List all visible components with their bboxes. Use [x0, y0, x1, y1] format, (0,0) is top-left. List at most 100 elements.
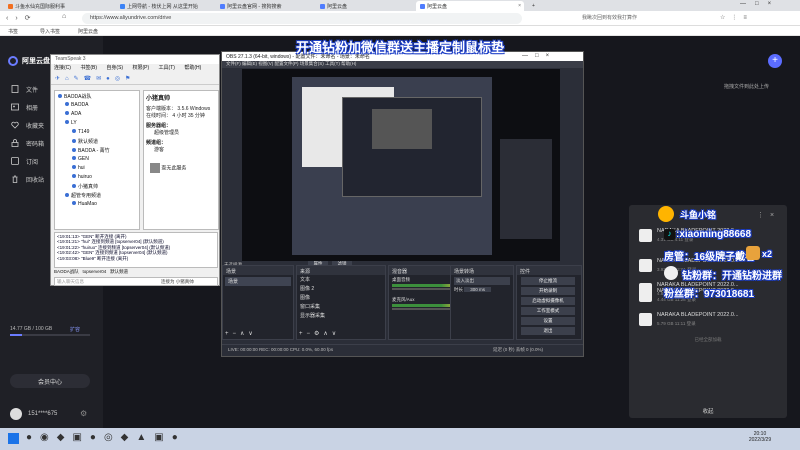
sidebar-item-label: 回收站	[26, 178, 45, 184]
browser-tab[interactable]: 阿里云盘官网 - 搜狗搜索	[216, 1, 314, 11]
channel-tree-item[interactable]: 默认频道	[72, 138, 98, 145]
channel-tree-item[interactable]: ADA	[65, 111, 81, 117]
taskbar-apps[interactable]: ●◉◆▣●◎◆▲▣●	[26, 432, 186, 443]
nav-arrows-icon[interactable]: ‹›⟳	[6, 14, 38, 22]
fangguan-label: 房管：16级牌子戴者	[664, 252, 756, 263]
bookmark-item[interactable]: 导入书签	[40, 28, 60, 35]
tab-label: 斗鱼水仙充国际服利事	[15, 4, 66, 10]
menu-item[interactable]: 编辑(E)	[242, 61, 257, 66]
channel-tree-item[interactable]: huiruo	[72, 174, 92, 180]
duration-input[interactable]: 300 ms	[464, 287, 492, 292]
menu-item[interactable]: 场景集合(S)	[300, 61, 324, 66]
channel-tree-item[interactable]: HuaMao	[72, 201, 97, 207]
dock-buttons[interactable]: +−⚙∧∨	[299, 330, 340, 337]
taskbar: ●◉◆▣●◎◆▲▣● 20:10 2022/3/29	[0, 428, 800, 450]
stop-stream-button[interactable]: 停止推流	[521, 277, 575, 285]
chat-tab[interactable]: topserver04	[83, 269, 107, 274]
menu-item[interactable]: 文件(F)	[226, 61, 241, 66]
collapse-button[interactable]: 收起	[629, 407, 787, 415]
window-controls[interactable]: —□×	[740, 1, 780, 7]
browser-tab[interactable]: 上网导航 - 枝伏上网 从这里开始	[116, 1, 214, 11]
browser-tab-active[interactable]: 阿里云盘 ×	[416, 1, 524, 11]
browser-tab[interactable]: 斗鱼水仙充国际服利事	[4, 1, 114, 11]
source-item[interactable]: 文本	[297, 275, 385, 284]
logo-icon	[8, 56, 18, 66]
toolbar: ✈⌂✎☎✉●◎⚑	[51, 72, 219, 85]
preview-canvas[interactable]	[242, 69, 560, 261]
url-field[interactable]: https://www.aliyundrive.com/drive	[82, 13, 522, 24]
channel-tree-item[interactable]: BAODA - 菁竹	[72, 147, 110, 154]
channel-tree: BAODA战队 BAODA ADA LY T149 默认频道 BAODA - 菁竹 GEN hu…	[54, 90, 140, 230]
channel-tree-label: huiruo	[78, 174, 92, 180]
chat-tab[interactable]: 默认频道	[110, 269, 128, 274]
menu-item[interactable]: 视图(V)	[258, 61, 273, 66]
source-item[interactable]: 图像	[297, 293, 385, 302]
settings-icon[interactable]: ⚙	[80, 409, 87, 418]
add-button[interactable]: +	[768, 54, 782, 68]
source-item[interactable]: 显示器采集	[297, 311, 385, 320]
photo-icon	[11, 103, 19, 111]
browser-tab[interactable]: 阿里云盘	[316, 1, 414, 11]
start-recording-button[interactable]: 开始录制	[521, 287, 575, 295]
info-value: 游客	[154, 147, 165, 153]
extension-icons[interactable]: ☆⋮≡	[720, 14, 753, 21]
channel-tree-label: hui	[78, 165, 85, 171]
tab-label: 阿里云盘	[327, 4, 348, 10]
info-value: 4 小时 35 分钟	[172, 113, 205, 119]
transition-select[interactable]: 淡入淡出	[454, 277, 510, 285]
bookmark-bar: 书签 导入书签 阿里云盘	[0, 26, 800, 36]
dock-buttons[interactable]: +−∧∨	[225, 330, 257, 337]
channel-tree-item[interactable]: LY	[65, 120, 77, 126]
channel-tree-item[interactable]: hui	[72, 165, 85, 171]
channel-tree-item[interactable]: BAODA战队	[58, 93, 92, 100]
bookmark-item[interactable]: 书签	[8, 28, 18, 35]
panel-controls[interactable]: ⋮×	[757, 211, 780, 219]
menu-item[interactable]: 权限(P)	[132, 65, 149, 71]
item-title: NARAKA BLADEPOINT 2022.0...	[657, 312, 739, 318]
bookmark-item[interactable]: 阿里云盘	[78, 28, 98, 35]
channel-tree-item[interactable]: T149	[72, 129, 89, 135]
chat-tab[interactable]: BAODA战队	[54, 269, 79, 274]
user-status-icon	[65, 111, 69, 115]
menu-item[interactable]: 工具(T)	[325, 61, 340, 66]
avatar[interactable]	[10, 408, 22, 420]
channel-tree-item[interactable]: BAODA	[65, 102, 89, 108]
close-tab-icon[interactable]: ×	[518, 3, 521, 9]
clock[interactable]: 20:10 2022/3/29	[740, 431, 780, 443]
play-icon	[639, 229, 652, 242]
heart-icon	[11, 121, 19, 129]
channel-tree-item[interactable]: 小猪真帅	[72, 183, 98, 190]
settings-button[interactable]: 设置	[521, 317, 575, 325]
douyu-label: 斗鱼小铭	[680, 210, 717, 220]
window-controls[interactable]: —□×	[522, 53, 556, 59]
menu-item[interactable]: 工具(T)	[159, 65, 175, 71]
source-item[interactable]: 窗口采集	[297, 302, 385, 311]
new-tab-button[interactable]: +	[528, 1, 538, 11]
list-item[interactable]: NARAKA BLADEPOINT 2022.0... 5.79 GB 11:11…	[639, 311, 779, 333]
toolbar-icons[interactable]: ✈⌂✎☎✉●◎⚑	[55, 75, 135, 82]
home-icon[interactable]: ⌂	[62, 13, 66, 20]
expand-link[interactable]: 扩容	[70, 326, 80, 333]
start-icon[interactable]	[8, 433, 19, 444]
obs-window: OBS 27.1.3 (64-bit, windows) - 配置文件：未命名 …	[221, 51, 584, 357]
file-icon	[11, 85, 19, 93]
scene-item[interactable]: 场景	[225, 277, 291, 286]
menu-item[interactable]: 书签(B)	[80, 65, 97, 71]
menu-item[interactable]: 配置文件(P)	[275, 61, 299, 66]
channel-tree-item[interactable]: 超管专用频道	[65, 192, 101, 199]
zuan-group-label: 钻粉群：开通钻粉进群	[682, 271, 782, 282]
profile-hint[interactable]: 我瞅次回到有效我打算作	[582, 14, 637, 21]
studio-mode-button[interactable]: 工作室模式	[521, 307, 575, 315]
virtual-camera-button[interactable]: 启动虚拟摄像机	[521, 297, 575, 305]
channel-tree-item[interactable]: GEN	[72, 156, 89, 162]
source-item[interactable]: 图像 2	[297, 284, 385, 293]
menu-item[interactable]: 帮助(H)	[184, 65, 201, 71]
menu-item[interactable]: 连接(C)	[54, 65, 71, 71]
vip-center-button[interactable]: 会员中心	[10, 374, 90, 388]
menu-item[interactable]: 自身(S)	[106, 65, 123, 71]
exit-button[interactable]: 退出	[521, 327, 575, 335]
channel-tree-label: LY	[71, 120, 77, 126]
username: 151****675	[28, 411, 58, 417]
chat-log: <19:01:13> "GEN" 断开连接 (离开) <19:01:21> "h…	[54, 232, 218, 268]
menu-item[interactable]: 帮助(H)	[341, 61, 356, 66]
